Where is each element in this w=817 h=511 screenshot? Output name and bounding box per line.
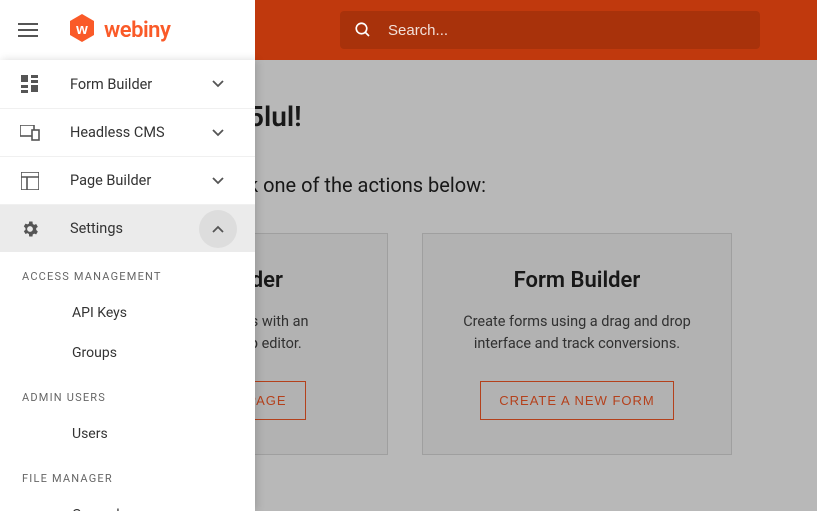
sidebar-item-headless-cms[interactable]: Headless CMS: [0, 108, 255, 156]
sidebar-subitem-groups[interactable]: Groups: [0, 333, 255, 373]
sidebar-item-label: Form Builder: [70, 76, 199, 93]
hamburger-icon: [18, 23, 38, 37]
sidebar-subitem-general[interactable]: General: [0, 495, 255, 511]
search-input[interactable]: [388, 22, 746, 39]
logo-icon: w: [68, 14, 96, 46]
search-field[interactable]: [340, 11, 760, 49]
section-header-file-manager: FILE MANAGER: [0, 454, 255, 495]
sidebar-item-settings[interactable]: Settings: [0, 204, 255, 252]
sidebar-item-label: Headless CMS: [70, 124, 199, 141]
logo[interactable]: w webiny: [68, 14, 170, 46]
chevron-down-icon: [199, 114, 237, 152]
sidebar: Form Builder Headless CMS Page Builder S…: [0, 60, 255, 511]
chevron-up-icon: [199, 210, 237, 248]
sidebar-item-form-builder[interactable]: Form Builder: [0, 60, 255, 108]
sidebar-item-label: Page Builder: [70, 172, 199, 189]
devices-icon: [18, 121, 42, 145]
menu-toggle-button[interactable]: [18, 23, 38, 37]
chevron-down-icon: [199, 65, 237, 103]
sidebar-subitem-users[interactable]: Users: [0, 414, 255, 454]
layout-icon: [18, 169, 42, 193]
logo-text: webiny: [104, 18, 170, 43]
chevron-down-icon: [199, 162, 237, 200]
gear-icon: [18, 217, 42, 241]
topbar: w webiny: [0, 0, 817, 60]
sidebar-item-page-builder[interactable]: Page Builder: [0, 156, 255, 204]
topbar-left: w webiny: [0, 0, 255, 60]
section-header-access-management: ACCESS MANAGEMENT: [0, 252, 255, 293]
section-header-admin-users: ADMIN USERS: [0, 373, 255, 414]
search-icon: [354, 21, 372, 39]
svg-text:w: w: [75, 21, 88, 38]
sidebar-subitem-api-keys[interactable]: API Keys: [0, 293, 255, 333]
form-icon: [18, 72, 42, 96]
sidebar-item-label: Settings: [70, 220, 199, 237]
